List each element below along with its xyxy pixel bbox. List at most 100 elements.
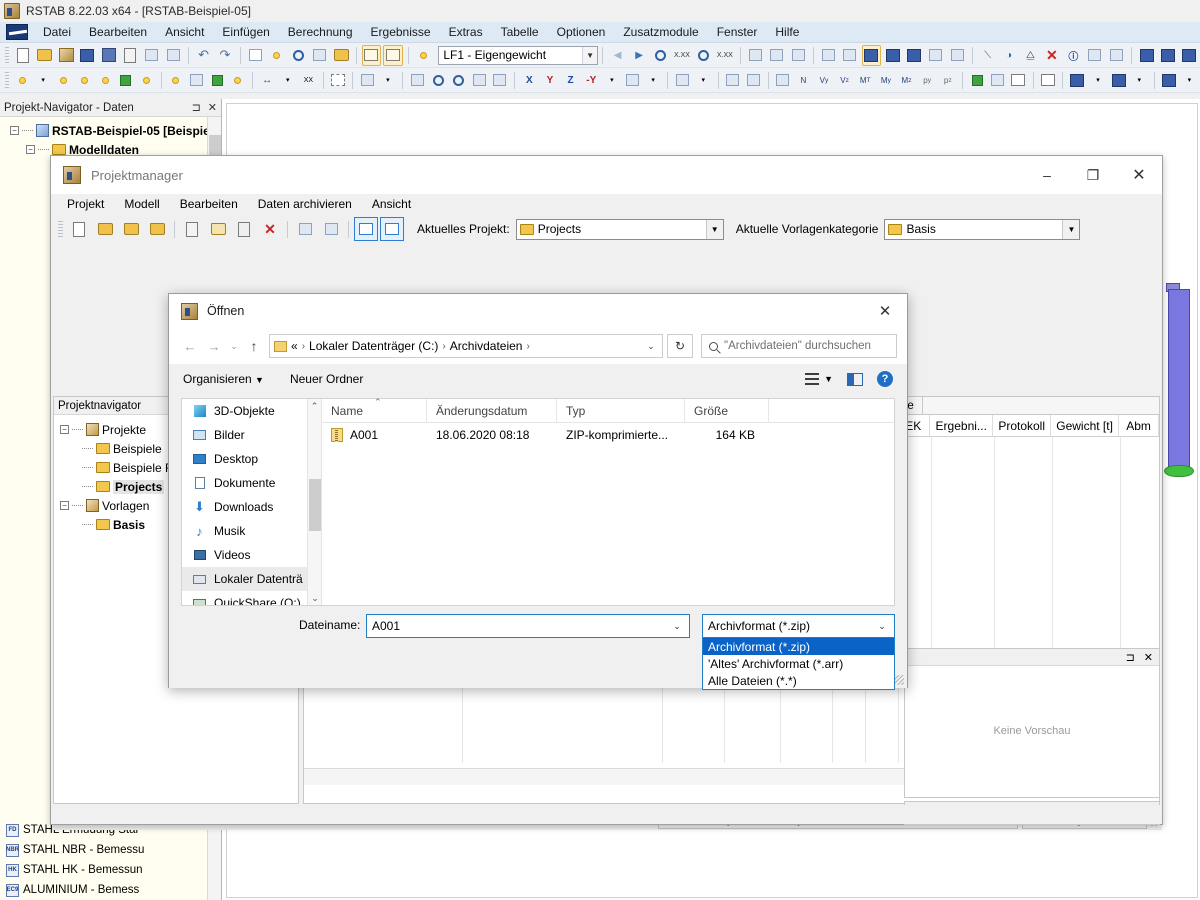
col-abmessungen[interactable]: Abm (1119, 415, 1160, 436)
toolbar-grip-2[interactable] (5, 71, 10, 89)
sidebar-item-3d-objekte[interactable]: 3D-Objekte (182, 399, 321, 423)
menu-extras[interactable]: Extras (440, 22, 492, 42)
menu-hilfe[interactable]: Hilfe (766, 22, 808, 42)
pm-menu-daten-archivieren[interactable]: Daten archivieren (248, 195, 362, 213)
new-support-icon[interactable] (116, 70, 135, 91)
comment-icon[interactable]: XX (299, 70, 318, 91)
view-z-icon[interactable] (1180, 45, 1199, 66)
new-member-load-icon[interactable] (187, 70, 206, 91)
maximize-button[interactable]: ❐ (1070, 156, 1116, 194)
menu-datei[interactable]: Datei (34, 22, 80, 42)
selection-window-icon[interactable] (329, 70, 348, 91)
print-setup-icon[interactable] (1068, 70, 1087, 91)
table-edit-icon[interactable] (383, 44, 403, 66)
measure-icon[interactable]: ⟍ (978, 45, 997, 66)
grid-snap-icon[interactable] (840, 45, 859, 66)
pan-icon[interactable] (408, 70, 427, 91)
new-hinge-icon[interactable] (137, 70, 156, 91)
minimize-button[interactable]: – (1024, 156, 1070, 194)
redo-icon[interactable]: ↷ (215, 45, 234, 66)
new-line-icon[interactable] (54, 70, 73, 91)
select-node-icon[interactable] (267, 45, 286, 66)
node-dropdown-icon[interactable]: ▾ (34, 70, 53, 91)
current-project-combo[interactable]: Projects ▼ (515, 218, 724, 240)
next-loadcase-icon[interactable]: ▶ (629, 45, 648, 66)
print-setup2-dropdown-icon[interactable]: ▾ (1130, 70, 1149, 91)
close-icon[interactable]: ✕ (1144, 651, 1153, 664)
result-my-icon[interactable]: My (877, 70, 896, 91)
result-deform-icon[interactable] (968, 70, 987, 91)
refresh-icon[interactable]: ↻ (667, 334, 693, 358)
col-gewicht[interactable]: Gewicht [t] (1051, 415, 1120, 436)
sidebar-item-downloads[interactable]: ⬇ Downloads (182, 495, 321, 519)
pm-edit-project-icon[interactable] (119, 217, 143, 241)
new-member-icon[interactable] (75, 70, 94, 91)
pm-new-icon[interactable] (67, 217, 91, 241)
view-y-icon[interactable] (1158, 45, 1177, 66)
chevron-down-icon[interactable]: ▼ (705, 219, 723, 239)
dimension-dropdown-icon[interactable]: ▾ (278, 70, 297, 91)
zoom-in-icon[interactable] (429, 70, 448, 91)
render-mode-icon[interactable] (623, 70, 642, 91)
value-xxx2-icon[interactable]: X.XX (715, 45, 734, 66)
copy-object-icon[interactable] (331, 45, 350, 66)
menu-einfuegen[interactable]: Einfügen (213, 22, 278, 42)
expander-icon[interactable]: − (60, 425, 69, 434)
sidebar-item-quickshare[interactable]: QuickShare (Q:) (182, 591, 321, 605)
search-input[interactable]: "Archivdateien" durchsuchen (701, 334, 897, 358)
chevron-down-icon[interactable]: ⌄ (665, 621, 689, 632)
file-col-size[interactable]: Größe (685, 398, 769, 423)
wireframe-icon[interactable] (861, 44, 882, 66)
zoom-values-icon[interactable] (651, 45, 670, 66)
dimension-icon[interactable]: ↔ (258, 70, 277, 91)
sidebar-item-dokumente[interactable]: Dokumente (182, 471, 321, 495)
result-diagram-icon[interactable] (773, 70, 792, 91)
train-load2-icon[interactable] (788, 45, 807, 66)
pin-icon[interactable]: ⊐ (192, 101, 201, 114)
filetype-option-arr[interactable]: 'Altes' Archivformat (*.arr) (703, 655, 894, 672)
result-pz-icon[interactable]: pz (938, 70, 957, 91)
pm-archive-icon[interactable] (293, 217, 317, 241)
hand-icon[interactable] (673, 70, 692, 91)
menu-zusatzmodule[interactable]: Zusatzmodule (614, 22, 707, 42)
axis-z-icon[interactable]: Z (561, 70, 580, 91)
forward-icon[interactable]: → (203, 335, 225, 357)
close-icon[interactable]: ✕ (208, 101, 217, 114)
open-file-icon[interactable] (35, 45, 54, 66)
axis-y-icon[interactable]: Y (541, 70, 560, 91)
pm-new-project-icon[interactable] (93, 217, 117, 241)
toolbar-grip[interactable] (5, 46, 10, 64)
new-member2-icon[interactable] (96, 70, 115, 91)
menu-ergebnisse[interactable]: Ergebnisse (362, 22, 440, 42)
hand-dropdown-icon[interactable]: ▾ (694, 70, 713, 91)
deform-result-icon[interactable] (723, 70, 742, 91)
new-folder-button[interactable]: Neuer Ordner (290, 372, 363, 386)
filetype-combo[interactable]: Archivformat (*.zip) ⌄ (702, 614, 895, 638)
table-view-icon[interactable] (361, 44, 382, 66)
menu-fenster[interactable]: Fenster (708, 22, 767, 42)
clipboard-icon[interactable] (121, 45, 140, 66)
transparent-icon[interactable] (905, 45, 924, 66)
pm-copy-icon[interactable] (180, 217, 204, 241)
result-support-icon[interactable] (989, 70, 1008, 91)
generate-icon[interactable] (358, 70, 377, 91)
undo-icon[interactable]: ↶ (194, 45, 213, 66)
zoom-out-icon[interactable] (449, 70, 468, 91)
open-package-icon[interactable] (56, 45, 75, 66)
result-mz-icon[interactable]: Mz (897, 70, 916, 91)
pm-restore-icon[interactable] (319, 217, 343, 241)
pm-delete-project-icon[interactable] (145, 217, 169, 241)
support-reaction-icon[interactable] (744, 70, 763, 91)
expander-icon[interactable]: − (60, 501, 69, 510)
chevron-down-icon[interactable]: ▼ (582, 46, 598, 64)
organize-button[interactable]: Organisieren ▼ (183, 372, 264, 386)
pm-details-view-icon[interactable] (380, 217, 404, 241)
new-nodal-load-icon[interactable] (166, 70, 185, 91)
value-xxx-icon[interactable]: X.XX (672, 45, 691, 66)
sidebar-item-desktop[interactable]: Desktop (182, 447, 321, 471)
result-py-icon[interactable]: py (918, 70, 937, 91)
train-load-icon[interactable] (767, 45, 786, 66)
sidebar-scrollbar[interactable]: ⌃ ⌄ (307, 399, 321, 605)
up-icon[interactable]: ↑ (243, 335, 265, 357)
pm-menu-modell[interactable]: Modell (114, 195, 169, 213)
